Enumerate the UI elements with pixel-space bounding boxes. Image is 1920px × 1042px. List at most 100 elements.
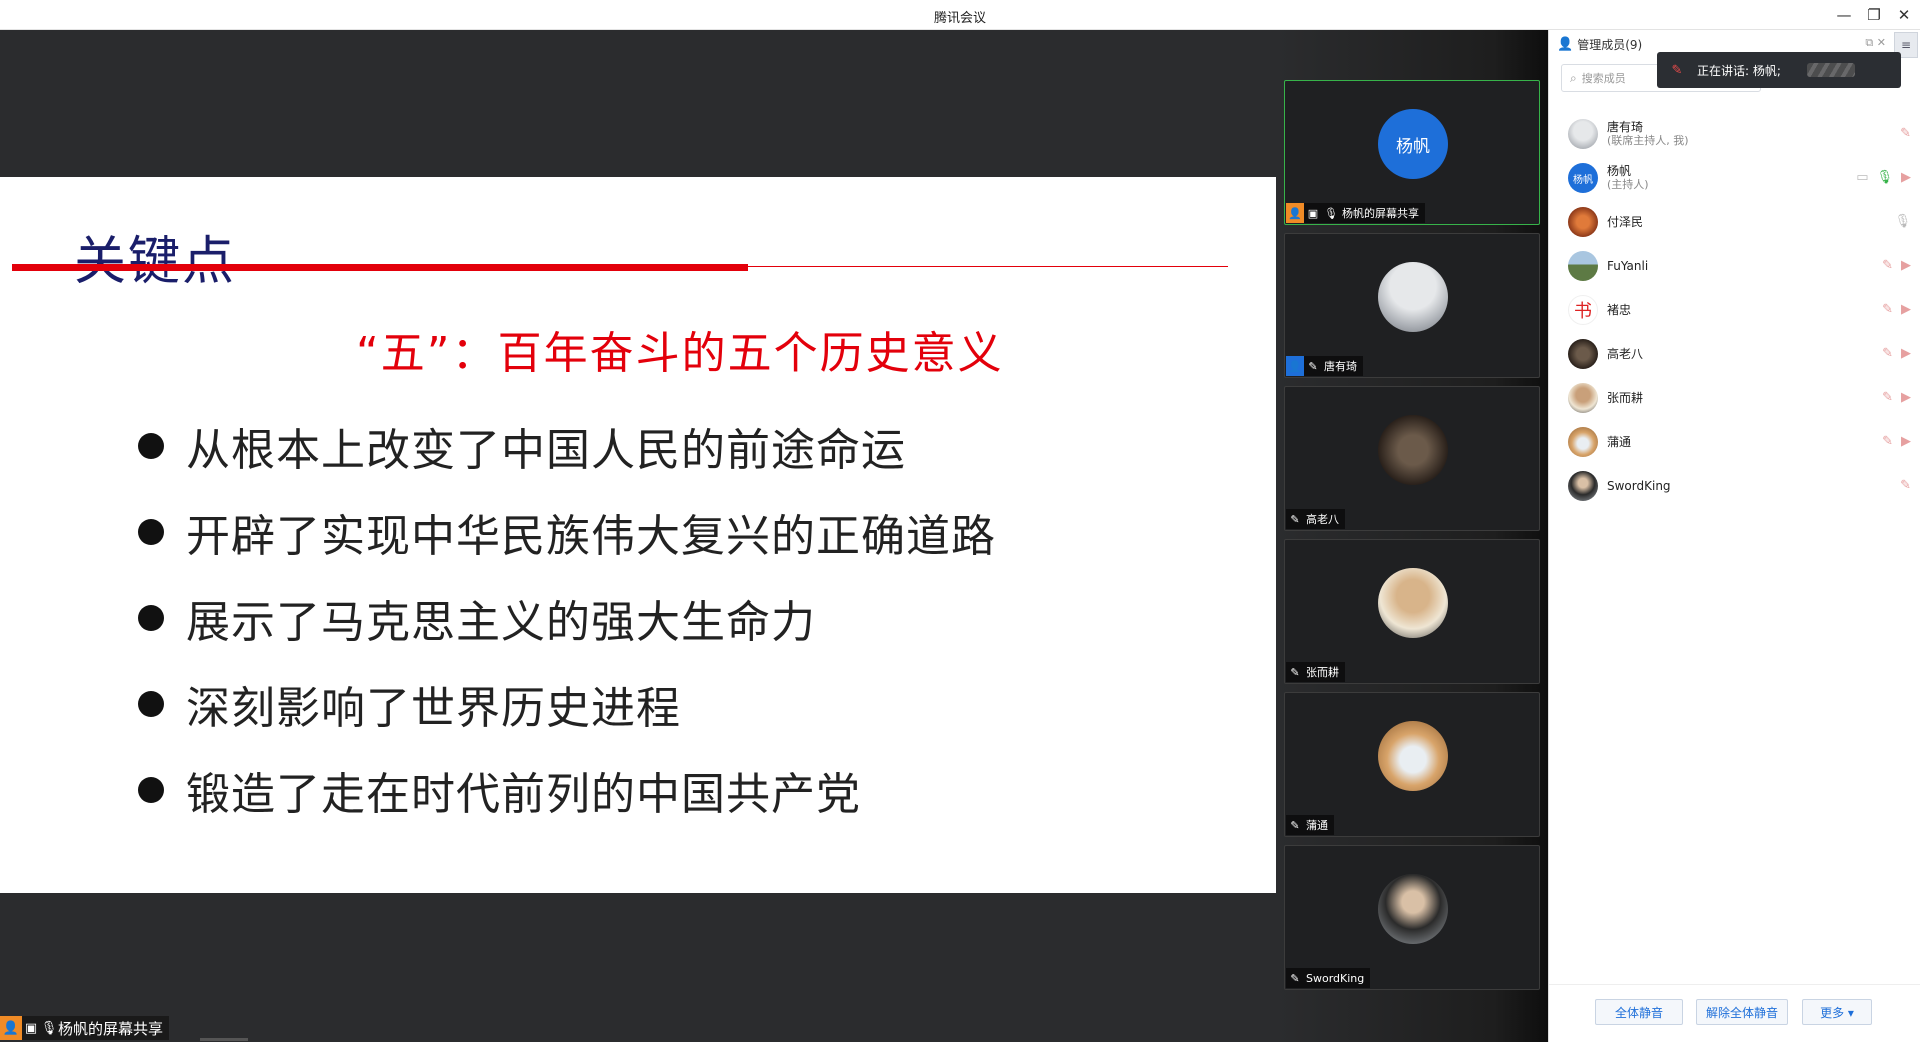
avatar — [1568, 427, 1598, 457]
list-item[interactable]: 蒲通 ✎ ▶ — [1549, 420, 1920, 464]
member-name: 唐有琦 — [1607, 120, 1644, 134]
video-tile[interactable]: 杨帆 👤 ▣ 🎙 杨帆的屏幕共享 — [1284, 80, 1540, 225]
mic-muted-icon[interactable]: ✎ — [1900, 478, 1911, 493]
member-text: FuYanli — [1607, 259, 1648, 273]
member-name: 蒲通 — [1607, 435, 1632, 449]
user-icon: 👤 — [1557, 37, 1574, 52]
mic-muted-icon[interactable]: ✎ — [1900, 126, 1911, 141]
panel-footer: 全体静音 解除全体静音 更多 ▾ — [1549, 984, 1920, 1042]
list-item[interactable]: SwordKing ✎ — [1549, 464, 1920, 508]
avatar — [1378, 415, 1448, 485]
member-panel: 👤 管理成员(9) ⧉ ✕ ≡ ⌕ 搜索成员 ✎ 正在讲话: 杨帆; 唐有琦 (… — [1548, 30, 1920, 1042]
screen-share-tag: 👤 ▣ 🎙 杨帆的屏幕共享 — [0, 1016, 170, 1040]
panel-window-buttons: ⧉ ✕ — [1865, 36, 1886, 50]
video-tile[interactable]: ✎ 张而耕 — [1284, 539, 1540, 684]
bullet-item: 开辟了实现中华民族伟大复兴的正确道路 — [138, 489, 996, 575]
avatar — [1568, 251, 1598, 281]
member-status-icons: ▭ 🎙 ▶ — [1856, 170, 1911, 185]
camera-off-icon[interactable]: ▶ — [1901, 170, 1911, 185]
bullet-list: 从根本上改变了中国人民的前途命运 开辟了实现中华民族伟大复兴的正确道路 展示了马… — [138, 403, 996, 833]
member-status-icons: ✎ — [1900, 126, 1911, 141]
avatar — [1378, 568, 1448, 638]
tile-name-bar: ✎ SwordKing — [1286, 968, 1371, 988]
close-icon[interactable]: ✕ — [1877, 36, 1886, 49]
member-status-icons: ✎ ▶ — [1882, 434, 1911, 449]
member-text: 蒲通 — [1607, 435, 1631, 449]
avatar — [1568, 383, 1598, 413]
screen-share-area[interactable]: 关键点 “五”：百年奋斗的五个历史意义 从根本上改变了中国人民的前途命运 开辟了… — [0, 30, 1276, 1042]
search-icon: ⌕ — [1570, 70, 1577, 85]
avatar — [1568, 119, 1598, 149]
avatar — [1568, 207, 1598, 237]
tile-name: 蒲通 — [1306, 819, 1328, 832]
member-name: 杨帆 — [1607, 164, 1632, 178]
close-button[interactable]: ✕ — [1890, 4, 1918, 26]
camera-off-icon[interactable]: ▶ — [1901, 390, 1911, 405]
member-name: FuYanli — [1607, 259, 1649, 273]
camera-off-icon[interactable]: ▶ — [1901, 258, 1911, 273]
member-status-icons: ✎ ▶ — [1882, 346, 1911, 361]
avatar — [1378, 262, 1448, 332]
tile-name: 高老八 — [1306, 513, 1339, 526]
mic-muted-icon[interactable]: ✎ — [1882, 390, 1893, 405]
list-item[interactable]: 杨帆 杨帆 (主持人) ▭ 🎙 ▶ — [1549, 156, 1920, 200]
list-item[interactable]: 高老八 ✎ ▶ — [1549, 332, 1920, 376]
popout-icon[interactable]: ⧉ — [1865, 36, 1873, 49]
member-text: 付泽民 — [1607, 215, 1643, 229]
screen-share-icon: ▭ — [1856, 170, 1869, 185]
member-text: 褚忠 — [1607, 303, 1631, 317]
video-tile[interactable]: ✎ 蒲通 — [1284, 692, 1540, 837]
mic-muted-icon: ✎ — [1671, 62, 1683, 78]
restore-button[interactable]: ❐ — [1860, 4, 1888, 26]
camera-off-icon[interactable]: ▶ — [1901, 346, 1911, 361]
member-text: 杨帆 (主持人) — [1607, 164, 1649, 192]
bullet-text: 展示了马克思主义的强大生命力 — [186, 597, 816, 648]
video-tile[interactable]: 👤 ✎ 唐有琦 — [1284, 233, 1540, 378]
member-role: (主持人) — [1607, 178, 1649, 191]
video-tile[interactable]: ✎ 高老八 — [1284, 386, 1540, 531]
panel-header: 👤 管理成员(9) — [1557, 36, 1642, 53]
speaker-avatar-strip — [1807, 63, 1855, 77]
member-status-icons: ✎ ▶ — [1882, 302, 1911, 317]
camera-off-icon[interactable]: ▶ — [1901, 302, 1911, 317]
title-bar: 腾讯会议 — ❐ ✕ — [0, 0, 1920, 30]
list-item[interactable]: 付泽民 🎙 — [1549, 200, 1920, 244]
title-rule-thin — [748, 266, 1228, 267]
user-icon: 👤 — [0, 1016, 22, 1040]
horizontal-scrollbar[interactable] — [200, 1038, 248, 1041]
member-list: 唐有琦 (联席主持人, 我) ✎ 杨帆 杨帆 (主持人) ▭ 🎙 ▶ 付泽民 🎙… — [1549, 112, 1920, 508]
list-item[interactable]: 唐有琦 (联席主持人, 我) ✎ — [1549, 112, 1920, 156]
bullet-item: 锻造了走在时代前列的中国共产党 — [138, 747, 996, 833]
mic-muted-icon[interactable]: ✎ — [1882, 346, 1893, 361]
bullet-dot — [138, 433, 164, 459]
camera-off-icon[interactable]: ▶ — [1901, 434, 1911, 449]
mic-icon[interactable]: 🎙 — [1876, 170, 1893, 185]
more-button[interactable]: 更多 ▾ — [1802, 999, 1872, 1025]
mic-muted-icon[interactable]: ✎ — [1882, 258, 1893, 273]
mic-muted-icon: ✎ — [1290, 665, 1300, 679]
mute-all-button[interactable]: 全体静音 — [1595, 999, 1683, 1025]
member-status-icons: ✎ — [1900, 478, 1911, 493]
bullet-text: 从根本上改变了中国人民的前途命运 — [186, 425, 906, 476]
mic-muted-icon[interactable]: ✎ — [1882, 434, 1893, 449]
title-rule-thick — [12, 264, 748, 271]
avatar: 书 — [1568, 295, 1598, 325]
window-title: 腾讯会议 — [933, 11, 986, 26]
avatar: 杨帆 — [1568, 163, 1598, 193]
avatar — [1568, 471, 1598, 501]
member-text: 张而耕 — [1607, 391, 1643, 405]
slide-subtitle: “五”：百年奋斗的五个历史意义 — [356, 328, 1004, 379]
member-role: (联席主持人, 我) — [1607, 134, 1689, 147]
mic-muted-icon[interactable]: ✎ — [1882, 302, 1893, 317]
mic-icon[interactable]: 🎙 — [1894, 214, 1911, 229]
mic-muted-icon: ✎ — [1290, 818, 1300, 832]
member-status-icons: 🎙 — [1894, 214, 1911, 229]
unmute-all-button[interactable]: 解除全体静音 — [1696, 999, 1788, 1025]
member-status-icons: ✎ ▶ — [1882, 258, 1911, 273]
list-item[interactable]: 书 褚忠 ✎ ▶ — [1549, 288, 1920, 332]
minimize-button[interactable]: — — [1830, 4, 1858, 26]
video-tile[interactable]: ✎ SwordKing — [1284, 845, 1540, 990]
member-text: 唐有琦 (联席主持人, 我) — [1607, 120, 1689, 148]
list-item[interactable]: FuYanli ✎ ▶ — [1549, 244, 1920, 288]
list-item[interactable]: 张而耕 ✎ ▶ — [1549, 376, 1920, 420]
